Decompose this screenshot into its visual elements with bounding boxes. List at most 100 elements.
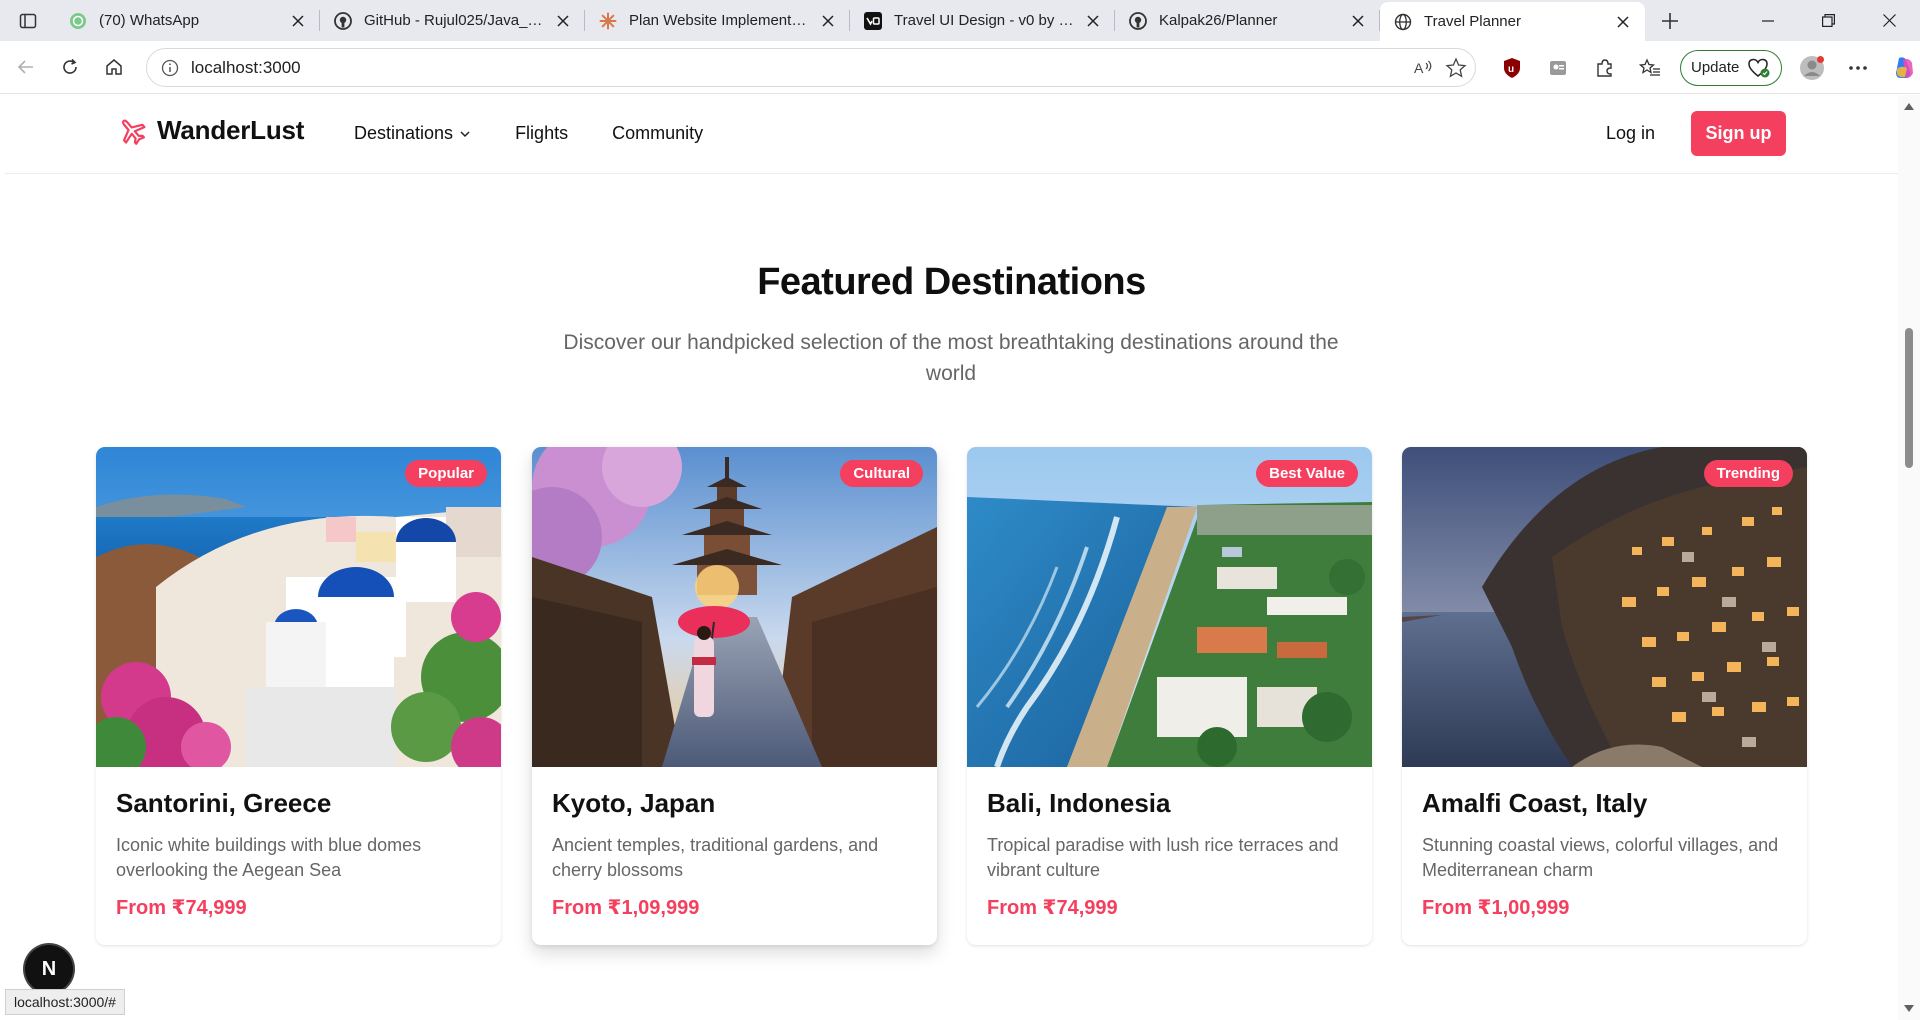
nav-destinations-dropdown[interactable]: Destinations	[354, 123, 471, 144]
browser-toolbar: localhost:3000 A u Update	[0, 41, 1920, 94]
scrollbar-thumb[interactable]	[1905, 328, 1913, 468]
close-icon[interactable]	[288, 11, 308, 31]
destination-photo	[967, 447, 1372, 767]
nav-destinations-label: Destinations	[354, 123, 454, 143]
favorite-star-icon[interactable]	[1445, 56, 1467, 79]
copilot-button[interactable]	[1882, 48, 1920, 88]
profile-extension-button[interactable]	[1536, 48, 1580, 88]
home-button[interactable]	[92, 47, 136, 87]
reload-icon	[63, 58, 77, 74]
card-badge: Cultural	[840, 460, 923, 487]
section-title: Featured Destinations	[757, 261, 1146, 303]
card-badge: Trending	[1703, 460, 1793, 487]
card-description: Stunning coastal views, colorful village…	[1422, 835, 1779, 880]
card-title: Santorini, Greece	[116, 788, 332, 818]
plus-icon	[1662, 12, 1678, 29]
window-controls	[1737, 0, 1920, 41]
destination-card-kyoto[interactable]: Cultural Kyoto, Japan Ancient temples, t…	[532, 447, 937, 945]
back-button[interactable]	[4, 47, 48, 87]
heart-pulse-icon	[1748, 58, 1770, 77]
favorites-button[interactable]	[1628, 48, 1672, 88]
avatar-icon	[1800, 55, 1825, 80]
tab-actions-button[interactable]	[0, 0, 55, 41]
nav-community[interactable]: Community	[612, 123, 703, 144]
close-icon[interactable]	[1613, 12, 1633, 32]
address-bar[interactable]: localhost:3000 A	[146, 48, 1476, 87]
scroll-down-arrow-icon[interactable]	[1904, 1005, 1914, 1012]
svg-text:u: u	[1508, 64, 1514, 75]
nextjs-devtools-button[interactable]: N	[25, 945, 73, 993]
card-description: Ancient temples, traditional gardens, an…	[552, 835, 879, 880]
card-price: From ₹74,999	[116, 897, 247, 919]
close-icon[interactable]	[1083, 11, 1103, 31]
browser-tab-plan-website[interactable]: Plan Website Implementatio	[585, 0, 850, 41]
more-dots-icon	[1849, 65, 1868, 70]
brand-logo-link[interactable]: WanderLust	[117, 115, 304, 146]
card-description: Iconic white buildings with blue domes o…	[116, 835, 422, 880]
url-text[interactable]: localhost:3000	[191, 58, 301, 78]
card-title: Amalfi Coast, Italy	[1422, 788, 1648, 818]
browser-tab-v0[interactable]: Travel UI Design - v0 by Verc	[850, 0, 1115, 41]
scroll-up-arrow-icon[interactable]	[1904, 103, 1914, 110]
card-price: From ₹74,999	[987, 897, 1118, 919]
close-icon[interactable]	[1348, 11, 1368, 31]
destination-card-bali[interactable]: Best Value Bali, Indonesia Tropical para…	[967, 447, 1372, 945]
svg-text:A: A	[1414, 60, 1424, 76]
update-button[interactable]: Update	[1680, 49, 1783, 86]
minimize-button[interactable]	[1737, 0, 1798, 41]
browser-tab-travel-planner[interactable]: Travel Planner	[1380, 2, 1645, 41]
close-window-button[interactable]	[1859, 0, 1920, 41]
home-icon	[106, 59, 122, 75]
settings-menu-button[interactable]	[1836, 48, 1880, 88]
restore-button[interactable]	[1798, 0, 1859, 41]
github-icon	[1129, 11, 1147, 30]
destination-photo	[532, 447, 937, 767]
plane-logo-icon	[121, 119, 146, 145]
page-scrollbar[interactable]	[1898, 95, 1920, 1020]
close-icon[interactable]	[553, 11, 573, 31]
nextjs-logo-icon: N	[41, 957, 57, 980]
card-title: Kyoto, Japan	[552, 788, 716, 818]
read-aloud-icon[interactable]: A	[1413, 58, 1435, 78]
extensions-button[interactable]	[1582, 48, 1626, 88]
nav-flights[interactable]: Flights	[515, 123, 568, 144]
puzzle-icon	[1597, 58, 1612, 77]
browser-tab-github-java[interactable]: GitHub - Rujul025/Java_proj	[320, 0, 585, 41]
globe-icon	[1394, 13, 1412, 31]
card-price: From ₹1,09,999	[552, 897, 700, 919]
ublock-extension-button[interactable]: u	[1490, 48, 1534, 88]
main-nav: Destinations Flights Community	[354, 123, 703, 144]
tab-actions-icon	[19, 13, 36, 28]
card-badge: Popular	[405, 460, 487, 487]
browser-tab-planner[interactable]: Kalpak26/Planner	[1115, 0, 1380, 41]
close-icon[interactable]	[818, 11, 838, 31]
back-arrow-icon	[17, 60, 33, 74]
section-subtitle: Discover our handpicked selection of the…	[563, 331, 1339, 385]
update-label: Update	[1691, 59, 1740, 76]
card-badge: Best Value	[1256, 460, 1358, 487]
login-link[interactable]: Log in	[1606, 123, 1655, 144]
whatsapp-icon	[69, 12, 87, 30]
reload-button[interactable]	[48, 47, 92, 87]
tab-title: (70) WhatsApp	[99, 12, 200, 29]
brand-name: WanderLust	[157, 115, 305, 145]
site-info-icon[interactable]	[161, 59, 179, 77]
link-status-bar: localhost:3000/#	[5, 989, 125, 1015]
browser-tab-bar: (70) WhatsApp GitHub - Rujul025/Java_pro…	[0, 0, 1920, 41]
profile-button[interactable]	[1790, 48, 1834, 88]
favorites-list-icon	[1639, 57, 1660, 76]
minimize-icon	[1761, 19, 1774, 22]
tab-title: Kalpak26/Planner	[1159, 12, 1278, 29]
close-icon	[1883, 14, 1896, 27]
browser-tab-whatsapp[interactable]: (70) WhatsApp	[55, 0, 320, 41]
restore-icon	[1822, 14, 1835, 27]
github-icon	[334, 11, 352, 30]
signup-button[interactable]: Sign up	[1691, 111, 1786, 156]
new-tab-button[interactable]	[1645, 0, 1695, 41]
destination-card-santorini[interactable]: Popular Santorini, Greece Iconic white b…	[96, 447, 501, 945]
copilot-icon	[1896, 56, 1914, 78]
tab-title: Plan Website Implementatio	[629, 12, 810, 29]
destination-card-amalfi[interactable]: Trending Amalfi Coast, Italy Stunning co…	[1402, 447, 1807, 945]
tab-title: Travel Planner	[1424, 13, 1521, 30]
card-title: Bali, Indonesia	[987, 788, 1171, 818]
